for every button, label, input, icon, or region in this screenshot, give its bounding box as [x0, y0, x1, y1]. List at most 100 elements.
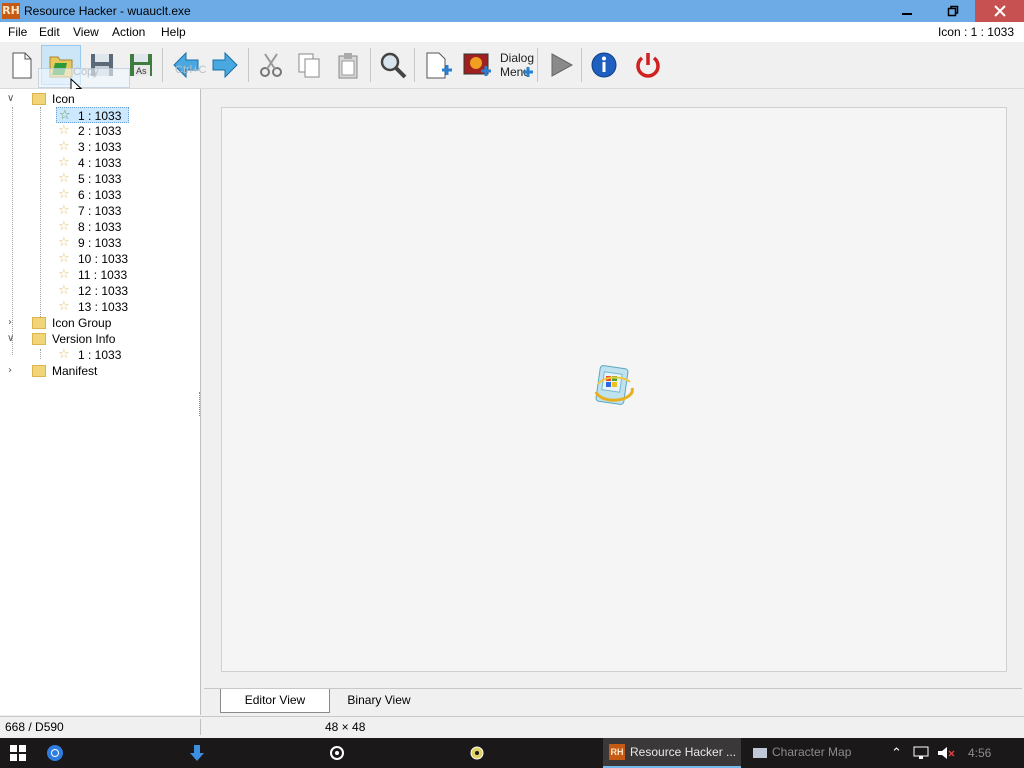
- tree-item-label: 2 : 1033: [78, 124, 122, 138]
- status-bar: 668 / D590 48 × 48: [0, 716, 1024, 737]
- new-file-icon: [12, 52, 32, 79]
- star-icon: ☆: [58, 283, 70, 298]
- toolbar-separator: [581, 48, 582, 82]
- cut-icon: [260, 53, 282, 77]
- taskbar-chrome[interactable]: [40, 738, 70, 768]
- info-icon: [591, 52, 617, 78]
- taskbar-label: Character Map: [772, 745, 852, 759]
- tree-item-label: 13 : 1033: [78, 300, 129, 314]
- paste-icon: [338, 53, 358, 79]
- volume-muted-icon[interactable]: [937, 746, 955, 760]
- taskbar-downloads[interactable]: [182, 738, 212, 768]
- tree-item-label: 7 : 1033: [78, 204, 122, 218]
- compile-forward-button[interactable]: [206, 46, 244, 84]
- copy-icon: [298, 53, 320, 78]
- start-button[interactable]: [0, 738, 36, 768]
- close-icon: [993, 5, 1006, 17]
- chevron-up-icon[interactable]: ⌃: [891, 746, 902, 761]
- tab-editor-view[interactable]: Editor View: [220, 689, 330, 713]
- star-icon: ☆: [58, 267, 70, 282]
- run-button[interactable]: [541, 46, 579, 84]
- tree-guide: [40, 107, 41, 317]
- tab-binary-view[interactable]: Binary View: [334, 689, 424, 712]
- tree-item-label: 1 : 1033: [78, 109, 122, 123]
- tree-item-label: 3 : 1033: [78, 140, 122, 154]
- tree-node-icon-group[interactable]: › Icon Group: [0, 315, 200, 331]
- about-button[interactable]: [585, 46, 623, 84]
- add-dialog-menu-button[interactable]: Dialog Menu: [496, 46, 534, 84]
- tree-node-label: Icon: [52, 92, 75, 106]
- close-button[interactable]: [975, 0, 1024, 22]
- expand-icon[interactable]: ›: [8, 363, 18, 379]
- tree-node-icon[interactable]: ∨ Icon: [0, 91, 200, 107]
- new-button[interactable]: [2, 46, 40, 84]
- character-map-icon: [753, 748, 767, 758]
- collapse-icon[interactable]: ∨: [7, 91, 17, 107]
- taskbar-label: Resource Hacker ...: [630, 745, 737, 759]
- paste-button[interactable]: [329, 46, 367, 84]
- tree-item-label: 1 : 1033: [78, 348, 122, 362]
- minimize-button[interactable]: [884, 0, 930, 22]
- star-icon: ☆: [58, 235, 70, 250]
- tree-node-manifest[interactable]: › Manifest: [0, 363, 200, 379]
- toolbar-separator: [414, 48, 415, 82]
- find-icon: [380, 52, 407, 79]
- download-arrow-icon: [190, 745, 204, 761]
- tree-item-label: 12 : 1033: [78, 284, 129, 298]
- expand-icon[interactable]: ›: [8, 315, 18, 331]
- status-image-size: 48 × 48: [325, 720, 366, 734]
- folder-open-icon: [32, 333, 46, 345]
- exit-button[interactable]: [629, 46, 667, 84]
- add-resource-button[interactable]: [418, 46, 456, 84]
- star-icon: ☆: [59, 108, 71, 123]
- menu-bar: File Edit View Action Help Icon : 1 : 10…: [0, 22, 1024, 42]
- add-image-button[interactable]: [458, 46, 496, 84]
- restore-icon: [947, 5, 959, 17]
- star-icon: ☆: [58, 171, 70, 186]
- copy-button[interactable]: [290, 46, 328, 84]
- tree-node-version-info[interactable]: ∨ Version Info: [0, 331, 200, 347]
- taskbar-character-map[interactable]: Character Map: [748, 738, 878, 768]
- taskbar-resource-hacker[interactable]: RH Resource Hacker ...: [603, 738, 741, 768]
- minimize-icon: [902, 13, 912, 15]
- menu-file[interactable]: File: [8, 25, 27, 39]
- taskbar: RH Resource Hacker ... Character Map ⌃ 4…: [0, 738, 1024, 768]
- star-icon: ☆: [58, 155, 70, 170]
- tree-item-icon-1[interactable]: ☆ 1 : 1033: [56, 107, 129, 123]
- folder-icon: [32, 317, 46, 329]
- collapse-icon[interactable]: ∨: [7, 331, 17, 347]
- resource-tree[interactable]: ∨ Icon ☆ 1 : 1033 ☆ 2 : 1033 ☆ 3 : 1033 ☆ 4…: [0, 89, 201, 715]
- tree-item-label: 8 : 1033: [78, 220, 122, 234]
- restore-button[interactable]: [930, 0, 976, 22]
- taskbar-app-2[interactable]: [462, 738, 492, 768]
- tree-node-label: Icon Group: [52, 316, 112, 330]
- tree-node-label: Version Info: [52, 332, 116, 346]
- svg-text:As: As: [136, 66, 147, 76]
- windows-update-icon: [594, 365, 634, 405]
- resource-hacker-icon: RH: [609, 744, 625, 760]
- folder-open-icon: [32, 93, 46, 105]
- star-icon: ☆: [58, 123, 70, 138]
- star-icon: ☆: [58, 187, 70, 202]
- menu-action[interactable]: Action: [112, 25, 145, 39]
- taskbar-app[interactable]: [322, 738, 352, 768]
- status-separator: [200, 719, 201, 735]
- app-logo: RH: [2, 3, 20, 19]
- svg-text:Dialog: Dialog: [500, 51, 534, 65]
- star-icon: ☆: [58, 251, 70, 266]
- toolbar-separator: [248, 48, 249, 82]
- tree-item-label: 10 : 1033: [78, 252, 129, 266]
- menu-edit[interactable]: Edit: [39, 25, 60, 39]
- star-icon: ☆: [58, 347, 70, 362]
- run-icon: [551, 53, 574, 77]
- current-resource-label: Icon : 1 : 1033: [937, 25, 1014, 39]
- menu-view[interactable]: View: [73, 25, 99, 39]
- cut-button[interactable]: [252, 46, 290, 84]
- toolbar-separator: [370, 48, 371, 82]
- find-button[interactable]: [374, 46, 412, 84]
- dialog-menu-icon: DialogMenu: [500, 51, 534, 79]
- menu-help[interactable]: Help: [161, 25, 186, 39]
- network-icon[interactable]: [913, 746, 931, 760]
- star-icon: ☆: [58, 203, 70, 218]
- tree-item-label: 6 : 1033: [78, 188, 122, 202]
